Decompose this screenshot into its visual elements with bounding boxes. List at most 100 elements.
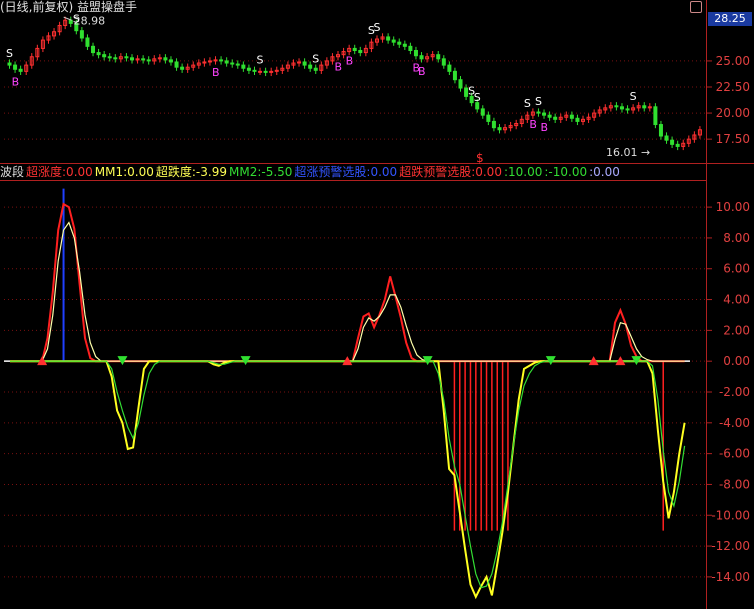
- buy-signal-6: B: [529, 118, 537, 131]
- candle-body: [436, 54, 441, 60]
- candle-body: [141, 58, 146, 61]
- sell-signal-8: S: [524, 97, 531, 110]
- series-line-3: [10, 360, 686, 589]
- candle-body: [124, 56, 129, 59]
- candle-body: [386, 36, 391, 41]
- candle-body: [542, 112, 547, 116]
- chart-title: (日线,前复权) 益盟操盘手: [0, 0, 137, 14]
- candle-body: [7, 62, 12, 66]
- lower-tick-label-8: -6.00: [719, 447, 750, 461]
- series-line-2: [10, 360, 686, 600]
- candle-body: [308, 64, 313, 69]
- legend-label-9: :0.00: [589, 165, 620, 179]
- current-price-badge: 28.25: [708, 12, 752, 26]
- lower-tick-label-9: -8.00: [719, 477, 750, 491]
- legend-label-2: MM1:0.00: [94, 165, 154, 179]
- candle-body: [113, 57, 118, 60]
- lower-tick-label-7: -4.00: [719, 416, 750, 430]
- candle-body: [658, 124, 663, 137]
- candle-body: [670, 139, 675, 145]
- candle-body: [241, 64, 246, 69]
- candle-body: [664, 135, 669, 141]
- upper-tick-label-3: 17.50: [716, 132, 750, 146]
- sell-signal-3: S: [312, 52, 319, 65]
- candle-body: [230, 62, 235, 65]
- legend-label-7: :10.00: [503, 165, 543, 179]
- upper-tick-label-2: 20.00: [716, 106, 750, 120]
- upper-tick-label-1: 22.50: [716, 80, 750, 94]
- candle-body: [452, 70, 457, 81]
- candle-body: [263, 70, 268, 73]
- sell-signal-5: S: [373, 21, 380, 34]
- candle-body: [653, 106, 658, 126]
- candle-body: [129, 57, 134, 61]
- candle-body: [675, 143, 680, 147]
- candle-body: [619, 106, 624, 110]
- candle-body: [458, 79, 463, 89]
- candle-body: [168, 59, 173, 63]
- lower-tick-label-1: 8.00: [723, 231, 750, 245]
- buy-signal-1: B: [212, 66, 220, 79]
- candle-body: [13, 64, 18, 70]
- lower-tick-label-12: -14.00: [711, 570, 750, 584]
- buy-signal-2: B: [335, 61, 343, 74]
- candle-body: [642, 105, 647, 109]
- lower-tick-label-6: -2.00: [719, 385, 750, 399]
- candle-body: [553, 116, 558, 120]
- candle-body: [547, 114, 552, 118]
- candle-body: [313, 67, 318, 71]
- red-dollar-marker: $: [476, 151, 484, 165]
- candle-body: [219, 59, 224, 62]
- candle-body: [18, 68, 23, 72]
- low-price-label: 16.01 →: [606, 146, 650, 159]
- legend-label-4: MM2:-5.50: [228, 165, 293, 179]
- candle-body: [464, 87, 469, 97]
- candle-body: [480, 108, 485, 116]
- lower-tick-label-11: -12.00: [711, 539, 750, 553]
- candle-body: [391, 39, 396, 43]
- sell-signal-10: S: [630, 90, 637, 103]
- sell-signal-9: S: [535, 95, 542, 108]
- candle-body: [402, 43, 407, 47]
- sell-signal-7: S: [474, 91, 481, 104]
- legend-label-8: :-10.00: [544, 165, 588, 179]
- sell-signal-2: S: [257, 53, 264, 66]
- window-control-icon[interactable]: [690, 1, 702, 13]
- lower-tick-label-4: 2.00: [723, 323, 750, 337]
- candle-body: [397, 41, 402, 45]
- candle-body: [413, 50, 418, 57]
- candle-body: [91, 45, 96, 54]
- candle-body: [352, 47, 357, 52]
- candle-body: [302, 61, 307, 66]
- candle-body: [68, 19, 73, 24]
- candle-body: [235, 63, 240, 66]
- legend-label-3: 超跌度:-3.99: [155, 165, 227, 179]
- legend-label-1: 超涨度:0.00: [26, 165, 93, 179]
- stock-chart: 25.0022.5020.0017.5028.9816.01 →$SSS SSSS…: [0, 0, 754, 609]
- candle-body: [107, 56, 112, 59]
- candle-body: [614, 105, 619, 108]
- upper-tick-label-0: 25.00: [716, 54, 750, 68]
- candle-body: [486, 114, 491, 122]
- lower-tick-label-0: 10.00: [716, 200, 750, 214]
- lower-tick-label-3: 4.00: [723, 293, 750, 307]
- candle-body: [575, 117, 580, 122]
- candle-body: [163, 57, 168, 61]
- series-line-1: [10, 221, 685, 362]
- lower-tick-label-5: 0.00: [723, 354, 750, 368]
- candle-body: [85, 37, 90, 47]
- candle-body: [625, 108, 630, 111]
- buy-signal-0: B: [12, 75, 20, 88]
- lower-tick-label-10: -10.00: [711, 508, 750, 522]
- sell-signal-0: S: [6, 47, 13, 60]
- candle-body: [569, 114, 574, 119]
- buy-signal-5: B: [418, 65, 426, 78]
- candle-body: [408, 45, 413, 51]
- buy-signal-7: B: [541, 121, 549, 134]
- buy-signal-3: B: [346, 54, 354, 67]
- candle-body: [497, 127, 502, 131]
- candle-body: [246, 67, 251, 71]
- sell-signal-1: S: [73, 13, 80, 26]
- candle-body: [536, 111, 541, 114]
- legend-label-6: 超跌预警选股:0.00: [399, 165, 502, 179]
